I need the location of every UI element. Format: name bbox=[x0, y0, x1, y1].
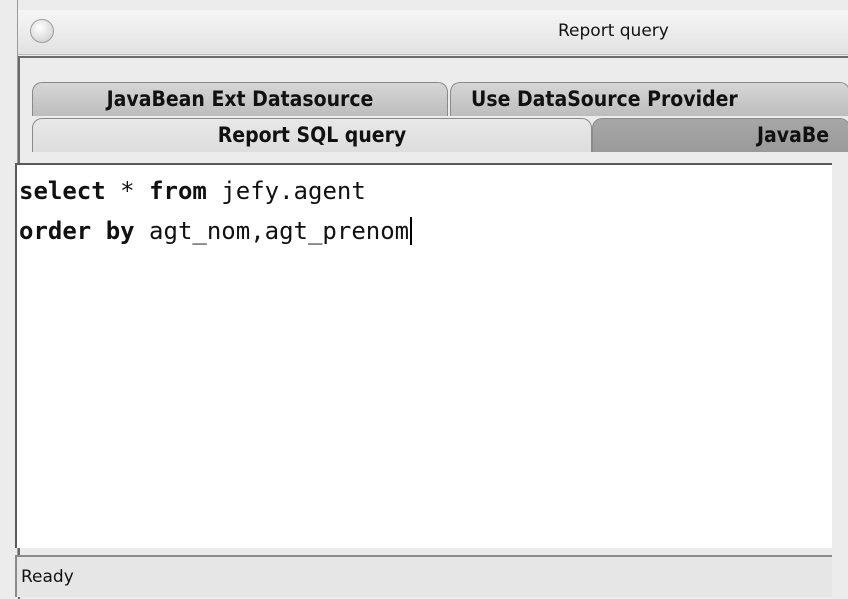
keyword-order-by: order by bbox=[19, 217, 135, 245]
query-line-2: order by agt_nom,agt_prenom bbox=[19, 217, 413, 245]
screen: Report query JavaBean Ext Datasource Use… bbox=[0, 0, 848, 599]
text-caret bbox=[410, 217, 413, 245]
window-title: Report query bbox=[558, 21, 669, 41]
keyword-select: select bbox=[19, 177, 106, 205]
title-bar[interactable]: Report query bbox=[18, 10, 848, 55]
table-name: jefy.agent bbox=[206, 177, 366, 205]
order-columns: agt_nom,agt_prenom bbox=[134, 217, 410, 245]
window-close-icon[interactable] bbox=[30, 19, 54, 43]
sql-query-editor[interactable]: select * from jefy.agent order by agt_no… bbox=[15, 163, 832, 548]
status-text: Ready bbox=[21, 567, 74, 587]
keyword-from: from bbox=[149, 177, 207, 205]
status-bar: Ready bbox=[15, 555, 832, 597]
tab-report-sql-query[interactable]: Report SQL query bbox=[32, 118, 592, 152]
tab-javabean[interactable]: JavaBe bbox=[592, 118, 848, 152]
query-line-1: select * from jefy.agent bbox=[19, 177, 366, 205]
tab-javabean-ext-datasource[interactable]: JavaBean Ext Datasource bbox=[32, 82, 448, 116]
tab-use-datasource-provider[interactable]: Use DataSource Provider bbox=[450, 82, 848, 116]
wildcard-symbol: * bbox=[105, 177, 150, 205]
